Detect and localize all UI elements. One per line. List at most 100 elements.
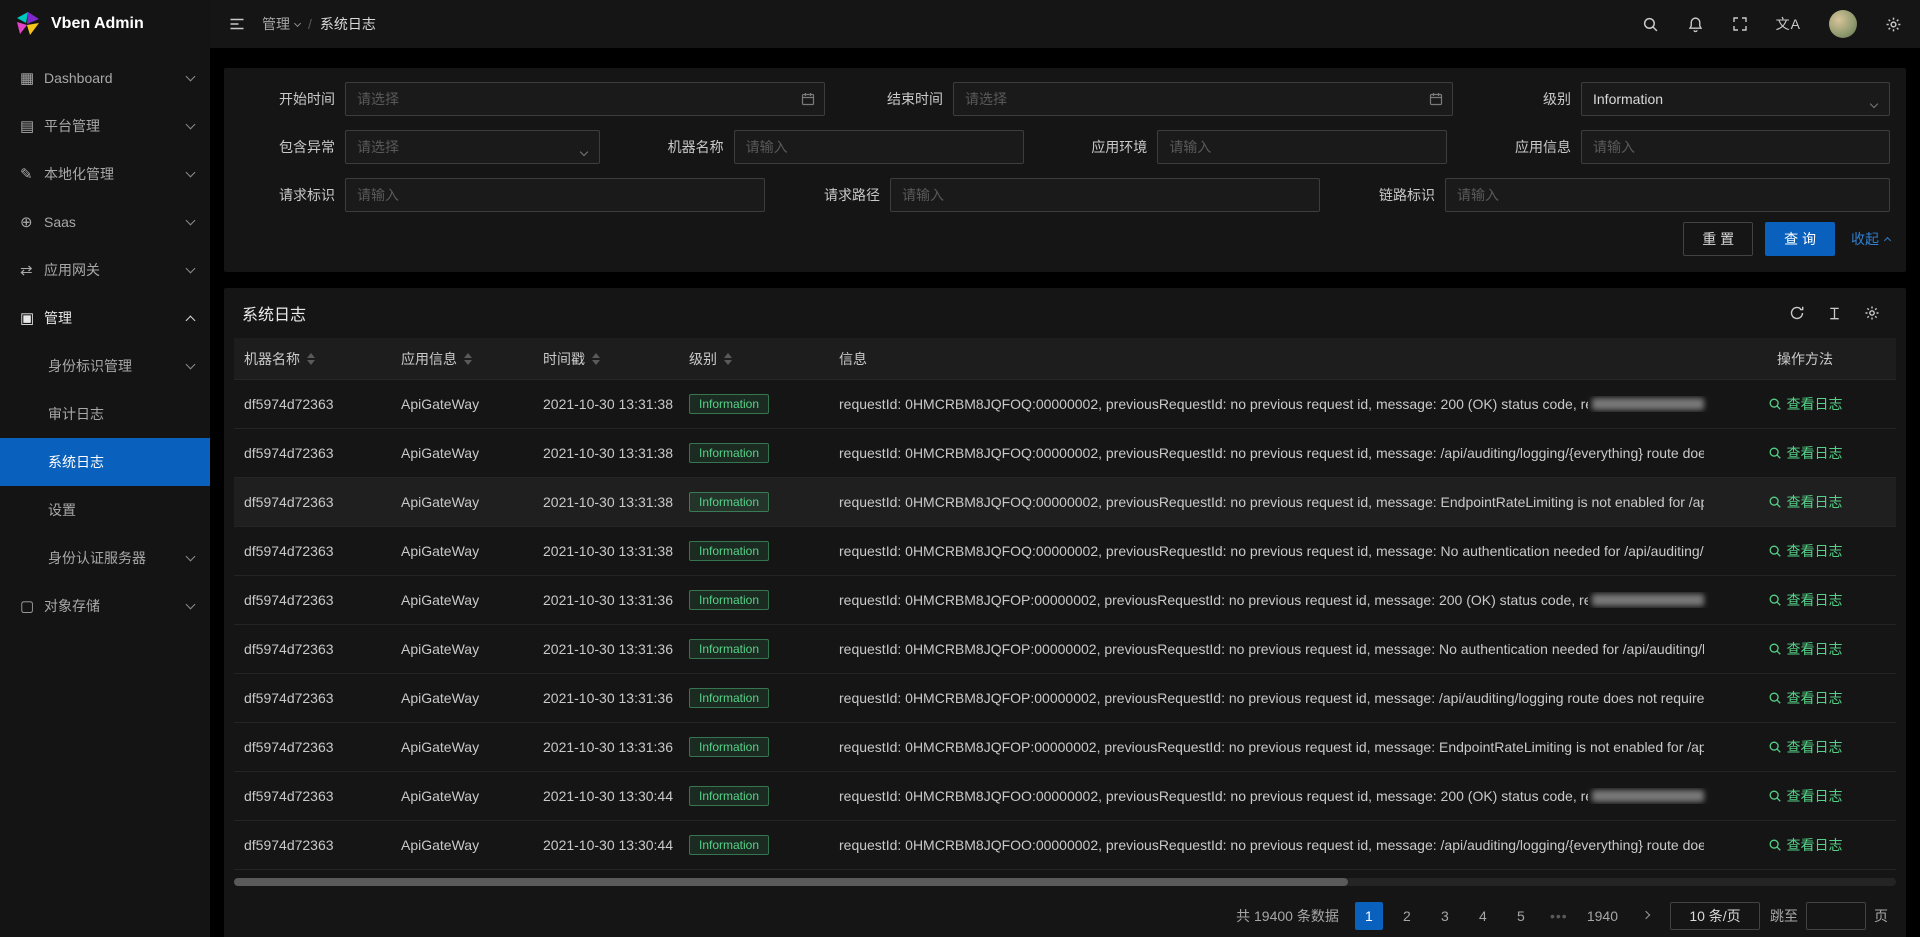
- page-size-select[interactable]: 10 条/页: [1670, 902, 1760, 930]
- page-number[interactable]: 3: [1431, 902, 1459, 930]
- request-id-label: 请求标识: [240, 185, 345, 205]
- page-jump-input[interactable]: [1806, 902, 1866, 930]
- breadcrumb-root[interactable]: 管理: [262, 14, 300, 34]
- sidebar-item[interactable]: 审计日志: [0, 390, 210, 438]
- request-id-input[interactable]: [345, 178, 765, 212]
- column-header[interactable]: 机器名称: [234, 349, 391, 369]
- search-icon[interactable]: [1642, 16, 1659, 33]
- query-button[interactable]: 查 询: [1765, 222, 1835, 256]
- sidebar-item[interactable]: ▢ 对象存储: [0, 582, 210, 630]
- saas-icon: ⊕: [20, 213, 44, 231]
- next-page-button[interactable]: [1632, 902, 1660, 930]
- trace-id-input[interactable]: [1445, 178, 1890, 212]
- menu-fold-icon[interactable]: [228, 15, 246, 33]
- cell-message: requestId: 0HMCRBM8JQFOO:00000002, previ…: [829, 788, 1714, 804]
- field-request-id: 请求标识: [240, 178, 765, 212]
- sidebar-item[interactable]: 设置: [0, 486, 210, 534]
- sidebar-item[interactable]: ▤ 平台管理: [0, 102, 210, 150]
- view-log-link[interactable]: 查看日志: [1768, 737, 1843, 757]
- scrollbar-thumb[interactable]: [234, 878, 1348, 886]
- collapse-label: 收起: [1851, 229, 1879, 249]
- cell-machine-name: df5974d72363: [234, 690, 391, 706]
- has-exception-select[interactable]: 请选择: [345, 130, 600, 164]
- cell-timestamp: 2021-10-30 13:31:38: [533, 494, 679, 510]
- machine-name-input[interactable]: [734, 130, 1024, 164]
- table-row: df5974d72363 ApiGateWay 2021-10-30 13:31…: [234, 723, 1896, 772]
- cell-app-info: ApiGateWay: [391, 494, 533, 510]
- view-log-link[interactable]: 查看日志: [1768, 492, 1843, 512]
- view-log-link[interactable]: 查看日志: [1768, 688, 1843, 708]
- chevron-down-icon: [1871, 94, 1877, 110]
- sort-icon[interactable]: [307, 353, 315, 365]
- page-number[interactable]: 1: [1355, 902, 1383, 930]
- view-log-link[interactable]: 查看日志: [1768, 639, 1843, 659]
- sidebar-item[interactable]: ✎ 本地化管理: [0, 150, 210, 198]
- horizontal-scrollbar[interactable]: [234, 878, 1896, 886]
- column-header[interactable]: 信息: [829, 349, 1714, 369]
- redacted-text: [1592, 790, 1704, 802]
- sidebar-item[interactable]: ▦ Dashboard: [0, 54, 210, 102]
- page-number[interactable]: 2: [1393, 902, 1421, 930]
- view-log-link[interactable]: 查看日志: [1768, 786, 1843, 806]
- translate-icon[interactable]: 文A: [1776, 14, 1801, 34]
- collapse-link[interactable]: 收起: [1851, 229, 1890, 249]
- app-env-input[interactable]: [1157, 130, 1447, 164]
- menu-item-label: 平台管理: [44, 116, 184, 136]
- reset-button[interactable]: 重 置: [1683, 222, 1753, 256]
- end-time-picker[interactable]: 请选择: [953, 82, 1453, 116]
- page-number[interactable]: •••: [1545, 902, 1573, 930]
- table-title: 系统日志: [242, 301, 306, 325]
- column-header[interactable]: 级别: [679, 349, 829, 369]
- placeholder-text: 请选择: [357, 89, 399, 109]
- cell-action: 查看日志: [1714, 639, 1896, 659]
- column-label: 信息: [839, 349, 867, 369]
- sidebar-item[interactable]: 身份标识管理: [0, 342, 210, 390]
- page-number[interactable]: 1940: [1583, 902, 1622, 930]
- request-path-input[interactable]: [890, 178, 1320, 212]
- view-log-link[interactable]: 查看日志: [1768, 394, 1843, 414]
- view-log-link[interactable]: 查看日志: [1768, 835, 1843, 855]
- message-text: requestId: 0HMCRBM8JQFOQ:00000002, previ…: [839, 543, 1704, 559]
- cell-level: Information: [679, 639, 829, 659]
- start-time-picker[interactable]: 请选择: [345, 82, 825, 116]
- column-header[interactable]: 时间戳: [533, 349, 679, 369]
- breadcrumb: 管理 / 系统日志: [262, 14, 376, 34]
- redacted-text: [1592, 594, 1704, 606]
- refresh-icon[interactable]: [1789, 305, 1805, 321]
- avatar[interactable]: [1829, 10, 1857, 38]
- column-header[interactable]: 操作方法: [1714, 349, 1896, 369]
- app-root: Vben Admin ▦ Dashboard ▤ 平台管理 ✎ 本地化管理 ⊕ …: [0, 0, 1920, 937]
- sidebar-item[interactable]: ⊕ Saas: [0, 198, 210, 246]
- sidebar-item[interactable]: ⇄ 应用网关: [0, 246, 210, 294]
- column-settings-gear-icon[interactable]: [1864, 305, 1880, 321]
- sort-icon[interactable]: [464, 353, 472, 365]
- level-select[interactable]: Information: [1581, 82, 1890, 116]
- menu-item-label: 对象存储: [44, 596, 184, 616]
- request-path-label: 请求路径: [785, 185, 890, 205]
- view-log-link[interactable]: 查看日志: [1768, 443, 1843, 463]
- view-log-label: 查看日志: [1787, 835, 1843, 855]
- notification-bell-icon[interactable]: [1687, 16, 1704, 33]
- sort-icon[interactable]: [592, 353, 600, 365]
- app-info-input[interactable]: [1581, 130, 1890, 164]
- cell-message: requestId: 0HMCRBM8JQFOP:00000002, previ…: [829, 690, 1714, 706]
- logo[interactable]: Vben Admin: [0, 0, 210, 48]
- page-number[interactable]: 4: [1469, 902, 1497, 930]
- view-log-link[interactable]: 查看日志: [1768, 541, 1843, 561]
- sidebar-item[interactable]: 身份认证服务器: [0, 534, 210, 582]
- dashboard-icon: ▦: [20, 69, 44, 87]
- chevron-icon: [184, 313, 196, 324]
- settings-gear-icon[interactable]: [1885, 16, 1902, 33]
- cell-machine-name: df5974d72363: [234, 788, 391, 804]
- sort-icon[interactable]: [724, 353, 732, 365]
- view-log-label: 查看日志: [1787, 492, 1843, 512]
- view-log-link[interactable]: 查看日志: [1768, 590, 1843, 610]
- app-env-label: 应用环境: [1052, 137, 1157, 157]
- row-height-icon[interactable]: [1827, 306, 1842, 321]
- page-number[interactable]: 5: [1507, 902, 1535, 930]
- sidebar-item[interactable]: ▣ 管理: [0, 294, 210, 342]
- cell-machine-name: df5974d72363: [234, 445, 391, 461]
- column-header[interactable]: 应用信息: [391, 349, 533, 369]
- sidebar-item[interactable]: 系统日志: [0, 438, 210, 486]
- fullscreen-icon[interactable]: [1732, 16, 1748, 32]
